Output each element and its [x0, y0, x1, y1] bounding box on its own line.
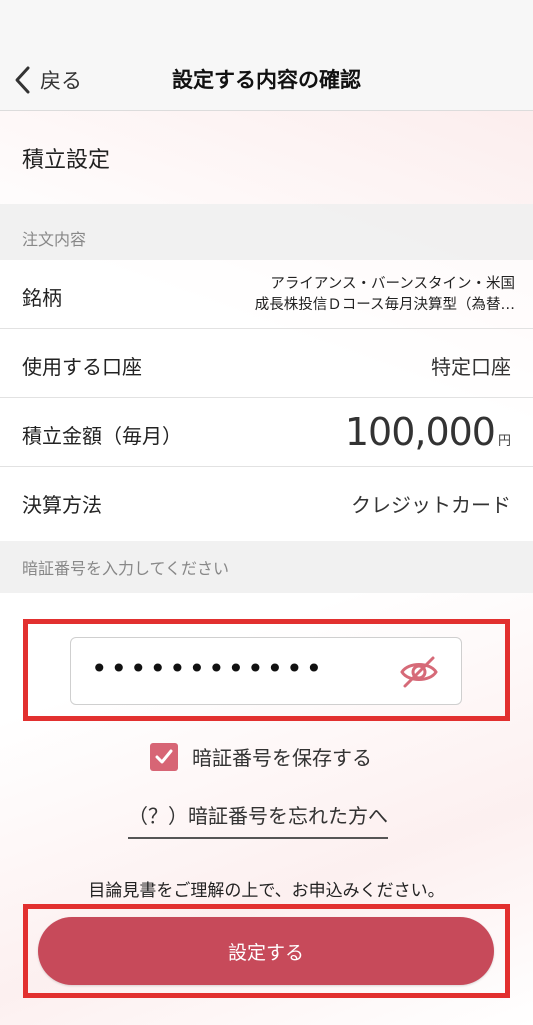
amount-unit: 円 — [497, 434, 511, 449]
section-title: 積立設定 — [22, 148, 111, 173]
order-group-label: 注文内容 — [22, 230, 87, 249]
page-title: 設定する内容の確認 — [172, 68, 361, 92]
forgot-pin-link[interactable]: （？）暗証番号を忘れた方へ — [128, 800, 388, 839]
fund-name-line2: 成長株投信Ｄコース毎月決算型（為替… — [254, 297, 515, 313]
amount-label: 積立金額（毎月） — [22, 424, 182, 448]
amount-value: 100,000 円 — [345, 410, 511, 454]
settlement-row: 決算方法 クレジットカード — [0, 467, 533, 541]
fund-row: 銘柄 アライアンス・バーンスタイン・米国 成長株投信Ｄコース毎月決算型（為替… — [0, 260, 533, 329]
pin-group-header: 暗証番号を入力してください — [0, 541, 533, 593]
settlement-value: クレジットカード — [351, 493, 511, 517]
fund-name-line1: アライアンス・バーンスタイン・米国 — [270, 276, 515, 292]
settlement-label: 決算方法 — [22, 493, 102, 517]
pin-input[interactable]: •••••••••••• — [70, 637, 462, 705]
pin-masked-value: •••••••••••• — [91, 652, 326, 685]
pin-group-label: 暗証番号を入力してください — [22, 559, 230, 578]
save-pin-label: 暗証番号を保存する — [192, 746, 372, 770]
amount-row: 積立金額（毎月） 100,000 円 — [0, 398, 533, 467]
submit-button[interactable]: 設定する — [38, 917, 494, 985]
amount-number: 100,000 — [344, 410, 496, 454]
prospectus-notice: 目論見書をご理解の上で、お申込みください。 — [88, 881, 445, 901]
account-label: 使用する口座 — [22, 355, 142, 379]
fund-name: アライアンス・バーンスタイン・米国 成長株投信Ｄコース毎月決算型（為替… — [225, 274, 515, 316]
top-navigation-bar: 戻る 設定する内容の確認 — [0, 0, 533, 111]
checkbox-checked-icon[interactable] — [150, 742, 178, 771]
checkmark-icon — [155, 749, 173, 763]
account-value: 特定口座 — [431, 355, 511, 379]
section-header: 積立設定 — [0, 110, 533, 204]
eye-off-icon[interactable] — [399, 654, 439, 690]
save-pin-checkbox[interactable]: 暗証番号を保存する — [150, 742, 372, 771]
fund-label: 銘柄 — [22, 286, 62, 310]
order-group-header: 注文内容 — [0, 204, 533, 260]
account-row: 使用する口座 特定口座 — [0, 329, 533, 398]
